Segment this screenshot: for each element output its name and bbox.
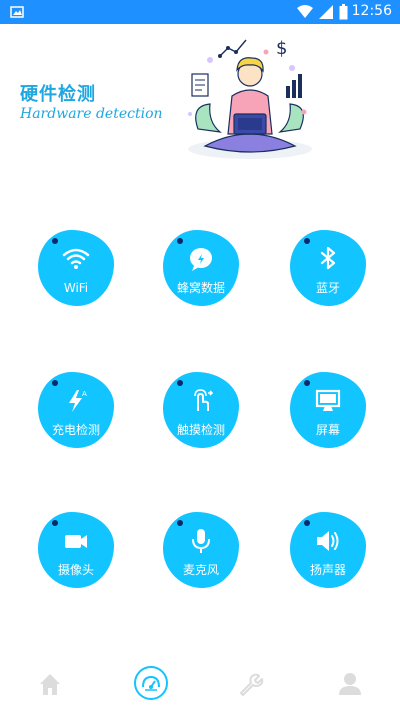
wifi-icon	[62, 248, 90, 269]
tile-dot	[177, 520, 183, 526]
page-title: 硬件检测	[20, 84, 96, 105]
tile-microphone[interactable]: 麦克风	[163, 512, 239, 588]
touch-icon	[194, 389, 214, 411]
charging-icon: A	[69, 390, 87, 412]
tile-dot	[52, 380, 58, 386]
tile-label: WiFi	[63, 281, 89, 295]
tile-label: 摄像头	[57, 563, 94, 577]
tile-label: 蓝牙	[315, 281, 340, 295]
svg-text:$: $	[276, 38, 287, 59]
cellular-icon	[190, 248, 212, 271]
tile-label: 蜂窝数据	[176, 281, 225, 295]
svg-text:A: A	[82, 390, 87, 398]
tile-cellular[interactable]: 蜂窝数据	[163, 230, 239, 306]
tile-label: 充电检测	[51, 423, 100, 437]
nav-home[interactable]	[34, 668, 66, 700]
speaker-icon	[317, 531, 339, 551]
tile-wifi[interactable]: WiFi	[38, 230, 114, 306]
tile-dot	[304, 520, 310, 526]
microphone-icon	[192, 529, 210, 553]
tile-dot	[304, 380, 310, 386]
bluetooth-icon	[320, 246, 336, 270]
user-icon	[339, 673, 361, 695]
tile-dot	[177, 238, 183, 244]
tile-dot	[52, 238, 58, 244]
tile-screen[interactable]: 屏幕	[290, 372, 366, 448]
signal-status-icon	[319, 5, 333, 19]
tile-touch[interactable]: 触摸检测	[163, 372, 239, 448]
gauge-icon	[142, 675, 160, 691]
bottom-nav	[0, 660, 400, 711]
tile-dot	[304, 238, 310, 244]
wifi-status-icon	[297, 5, 313, 18]
tile-camera[interactable]: 摄像头	[38, 512, 114, 588]
status-time: 12:56	[351, 3, 392, 19]
tile-label: 扬声器	[309, 563, 346, 577]
status-bar: 12:56	[0, 0, 400, 24]
hardware-illustration: $	[188, 38, 312, 159]
home-icon	[40, 674, 60, 695]
feature-grid: WiFi 蜂窝数据 蓝牙 A 充电检测 触摸检测 屏幕 摄像头 麦克风 扬声器	[0, 220, 400, 620]
screen-icon	[315, 389, 341, 411]
tile-label: 麦克风	[182, 563, 219, 577]
tile-charging[interactable]: A 充电检测	[38, 372, 114, 448]
tile-label: 触摸检测	[176, 423, 225, 437]
page-subtitle: Hardware detection	[20, 106, 163, 122]
battery-status-icon	[339, 4, 348, 20]
tile-speaker[interactable]: 扬声器	[290, 512, 366, 588]
nav-detection[interactable]	[134, 666, 168, 700]
nav-user[interactable]	[334, 668, 366, 700]
tile-bluetooth[interactable]: 蓝牙	[290, 230, 366, 306]
nav-tools[interactable]	[234, 668, 266, 700]
tile-dot	[52, 520, 58, 526]
wrench-icon	[240, 673, 264, 696]
tile-dot	[177, 380, 183, 386]
image-notification-icon	[10, 6, 24, 18]
camera-icon	[65, 535, 87, 548]
tile-label: 屏幕	[315, 423, 340, 437]
